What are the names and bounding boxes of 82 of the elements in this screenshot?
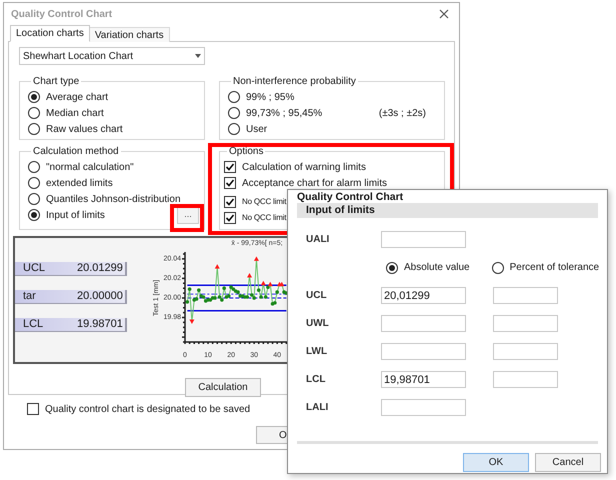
- data-point: [197, 288, 201, 292]
- radio-label: extended limits: [46, 176, 113, 190]
- dropdown[interactable]: Shewhart Location Chart: [19, 47, 205, 65]
- calculation-button[interactable]: Calculation: [185, 378, 261, 397]
- input-field[interactable]: [381, 231, 466, 248]
- radio-button[interactable]: [28, 177, 40, 189]
- radio-button[interactable]: [28, 161, 40, 173]
- radio-button[interactable]: [28, 209, 40, 221]
- radio-label: "normal calculation": [46, 160, 134, 174]
- radio-label: 99% ; 95%: [246, 90, 294, 104]
- group-title: Chart type: [32, 75, 80, 89]
- data-point: [214, 264, 220, 269]
- input-field[interactable]: [493, 343, 558, 360]
- checkbox-label: No QCC limit: [242, 212, 286, 224]
- tab[interactable]: Variation charts: [90, 27, 170, 42]
- group-title: Calculation method: [32, 145, 120, 159]
- radio-note: (±3s ; ±2s): [378, 106, 426, 120]
- checkbox-label: Calculation of warning limits: [242, 160, 366, 174]
- dialog-title: Quality Control Chart: [296, 190, 404, 203]
- radio-label: Median chart: [46, 106, 104, 120]
- caret-icon: [195, 54, 201, 58]
- input-field[interactable]: [381, 399, 466, 416]
- input-field[interactable]: [381, 315, 466, 332]
- checkbox-label: Quality control chart is designated to be saved: [45, 402, 250, 416]
- group-title: Non-interference probability: [232, 75, 357, 89]
- radio-button[interactable]: [228, 107, 240, 119]
- radio-button[interactable]: [28, 193, 40, 205]
- dialog-button[interactable]: OK: [463, 453, 529, 472]
- data-point: [188, 287, 192, 291]
- limit-value: 19.98701: [77, 317, 123, 332]
- tab[interactable]: Location charts: [10, 25, 90, 42]
- data-point: [256, 288, 261, 292]
- radio-button[interactable]: [28, 91, 40, 103]
- radio-button[interactable]: [386, 262, 398, 274]
- checkbox[interactable]: [224, 212, 236, 224]
- group-title: Options: [228, 145, 264, 159]
- radio-button[interactable]: [28, 123, 40, 135]
- input-field[interactable]: [493, 287, 558, 304]
- limit-value: 20.01299: [77, 261, 123, 276]
- input-field[interactable]: [381, 343, 466, 360]
- radio-label: Percent of tolerance: [510, 261, 600, 275]
- checkbox-label: Acceptance chart for alarm limits: [242, 176, 388, 190]
- field-label: UWL: [306, 317, 330, 331]
- input-field[interactable]: [493, 315, 558, 332]
- field-label: LCL: [306, 373, 326, 387]
- radio-button[interactable]: [28, 107, 40, 119]
- section-header: Input of limits: [297, 203, 598, 218]
- data-point: [222, 286, 226, 290]
- limit-value: 20.00000: [77, 289, 123, 304]
- checkbox[interactable]: [224, 177, 236, 189]
- radio-label: Raw values chart: [46, 122, 123, 136]
- radio-button[interactable]: [492, 262, 504, 274]
- window-title: Quality Control Chart: [11, 8, 112, 22]
- radio-label: Quantiles Johnson-distribution: [46, 192, 181, 206]
- radio-label: Input of limits: [46, 208, 105, 222]
- checkbox[interactable]: [27, 403, 39, 415]
- data-point: [247, 272, 252, 278]
- dialog-button[interactable]: Cancel: [535, 453, 601, 472]
- radio-label: Average chart: [46, 90, 108, 104]
- radio-button[interactable]: [228, 123, 240, 135]
- field-label: LWL: [306, 345, 328, 359]
- data-point: [186, 300, 190, 304]
- data-point: [189, 319, 194, 324]
- checkbox[interactable]: [224, 161, 236, 173]
- field-label: UALI: [306, 233, 330, 247]
- data-point: [275, 290, 279, 294]
- radio-button[interactable]: [228, 91, 240, 103]
- data-point: [254, 256, 259, 261]
- radio-label: 99,73% ; 95,45%: [246, 106, 322, 120]
- limit-name: tar: [22, 289, 37, 304]
- limit-name: UCL: [22, 261, 46, 276]
- input-field[interactable]: 20,01299: [381, 287, 466, 304]
- checkbox[interactable]: [224, 196, 236, 208]
- radio-label: Absolute value: [404, 261, 470, 275]
- close-icon[interactable]: [439, 9, 449, 19]
- input-field[interactable]: [493, 371, 558, 388]
- input-field[interactable]: 19,98701: [381, 371, 466, 388]
- limit-name: LCL: [22, 317, 44, 332]
- field-label: UCL: [306, 289, 328, 303]
- radio-label: User: [246, 122, 268, 136]
- field-label: LALI: [306, 401, 330, 415]
- checkbox-label: No QCC limit: [242, 196, 286, 208]
